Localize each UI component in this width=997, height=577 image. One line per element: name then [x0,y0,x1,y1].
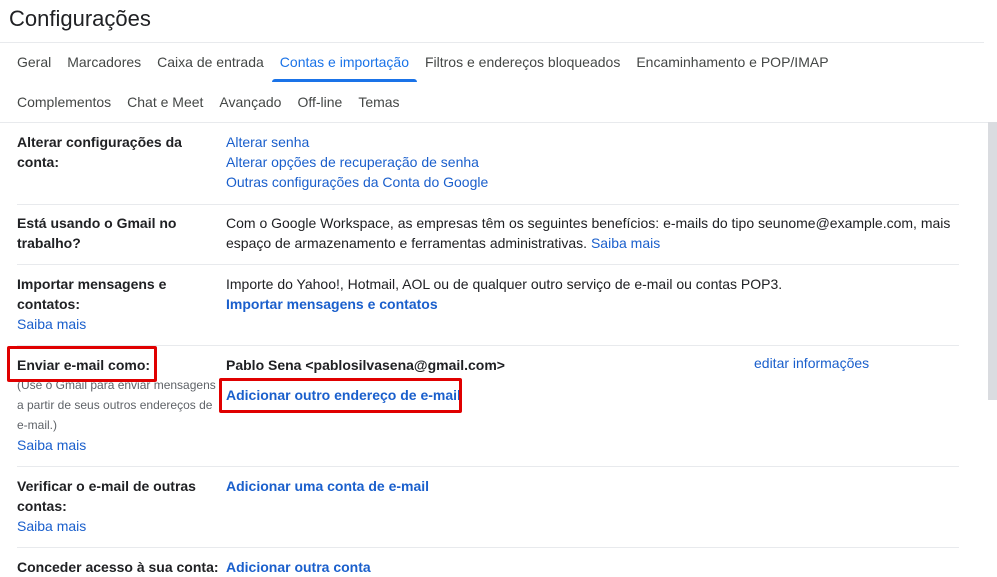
import-messages-link[interactable]: Importar mensagens e contatos [226,294,951,314]
section-label: Conceder acesso à sua conta: [17,559,219,575]
change-recovery-link[interactable]: Alterar opções de recuperação de senha [226,152,951,172]
page-title: Configurações [9,6,151,31]
section-work: Está usando o Gmail no trabalho? Com o G… [17,213,959,265]
tab-temas[interactable]: Temas [350,82,407,122]
add-another-account-link[interactable]: Adicionar outra conta [226,557,951,577]
tab-complementos[interactable]: Complementos [9,82,119,122]
edit-info-link[interactable]: editar informações [754,355,869,371]
section-grant-access: Conceder acesso à sua conta: Adicionar o… [17,557,959,577]
section-check-mail: Verificar o e-mail de outras contas: Sai… [17,476,959,548]
tab-marcadores[interactable]: Marcadores [59,42,149,82]
section-change-account: Alterar configurações da conta: Alterar … [17,132,959,205]
add-mail-account-link[interactable]: Adicionar uma conta de e-mail [226,476,951,496]
change-password-link[interactable]: Alterar senha [226,132,951,152]
section-label: Importar mensagens e contatos: [17,276,167,312]
section-send-as: Enviar e-mail como: (Use o Gmail para en… [17,355,959,467]
settings-tabs-row-1: Geral Marcadores Caixa de entrada Contas… [9,42,837,82]
section-import: Importar mensagens e contatos: Saiba mai… [17,274,959,346]
import-learn-more-link[interactable]: Saiba mais [17,314,187,334]
send-as-learn-more-link[interactable]: Saiba mais [17,435,222,455]
section-label: Verificar o e-mail de outras contas: [17,478,196,514]
tab-caixa-de-entrada[interactable]: Caixa de entrada [149,42,272,82]
work-learn-more-link[interactable]: Saiba mais [591,235,660,251]
work-description: Com o Google Workspace, as empresas têm … [226,215,951,251]
section-label: Está usando o Gmail no trabalho? [17,215,177,251]
tab-filtros[interactable]: Filtros e endereços bloqueados [417,42,628,82]
google-account-settings-link[interactable]: Outras configurações da Conta do Google [226,172,951,192]
tabs-divider [0,122,988,123]
check-mail-learn-more-link[interactable]: Saiba mais [17,516,207,536]
tab-geral[interactable]: Geral [9,42,59,82]
section-label: Enviar e-mail como: [17,357,151,373]
tab-encaminhamento[interactable]: Encaminhamento e POP/IMAP [628,42,836,82]
send-as-note: (Use o Gmail para enviar mensagens a par… [17,378,216,432]
settings-tabs-row-2: Complementos Chat e Meet Avançado Off-li… [9,82,408,122]
tab-chat-e-meet[interactable]: Chat e Meet [119,82,211,122]
scrollbar-thumb[interactable] [988,122,997,400]
tab-off-line[interactable]: Off-line [289,82,350,122]
section-label: Alterar configurações da conta: [17,134,182,170]
add-another-address-link[interactable]: Adicionar outro endereço de e-mail [226,385,951,405]
import-description: Importe do Yahoo!, Hotmail, AOL ou de qu… [226,276,783,292]
tab-contas-e-importacao[interactable]: Contas e importação [271,42,418,82]
tab-avancado[interactable]: Avançado [211,82,289,122]
